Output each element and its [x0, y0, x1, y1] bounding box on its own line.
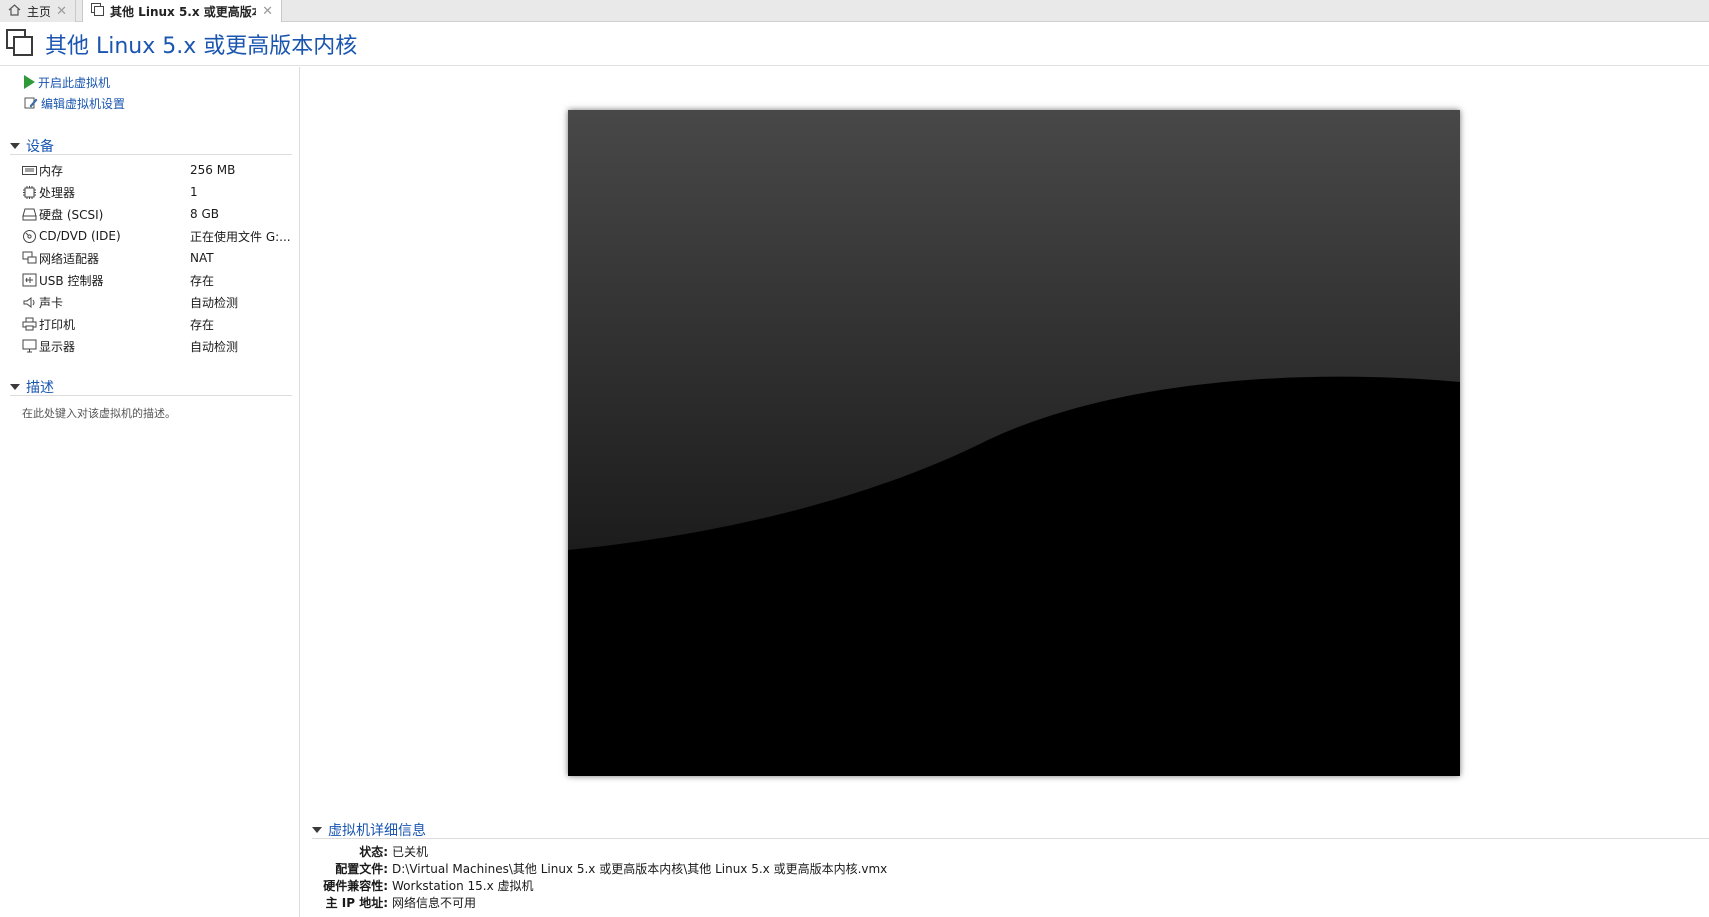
- device-name: 声卡: [39, 295, 64, 310]
- vm-tab-icon: [91, 3, 104, 19]
- detail-key: 配置文件:: [335, 861, 388, 876]
- play-icon: [24, 75, 35, 89]
- display-icon: [22, 339, 37, 354]
- vm-preview-graphic: [568, 110, 1460, 776]
- description-text[interactable]: 在此处键入对该虚拟机的描述。: [22, 405, 176, 421]
- power-on-label: 开启此虚拟机: [38, 75, 111, 90]
- device-value: 自动检测: [190, 295, 239, 310]
- device-row-memory[interactable]: 内存 256 MB: [22, 160, 292, 180]
- devices-section-header[interactable]: 设备: [10, 137, 292, 155]
- device-value: 8 GB: [190, 207, 219, 221]
- device-name: 硬盘 (SCSI): [39, 207, 104, 222]
- vm-header: 其他 Linux 5.x 或更高版本内核: [0, 22, 1709, 66]
- edit-settings-icon: [24, 96, 38, 110]
- detail-key: 状态:: [359, 844, 388, 859]
- description-section-header[interactable]: 描述: [10, 378, 292, 396]
- tab-label: 其他 Linux 5.x 或更高版本...: [110, 4, 256, 19]
- device-row-printer[interactable]: 打印机 存在: [22, 314, 292, 334]
- detail-key: 主 IP 地址:: [325, 895, 388, 910]
- device-name: 网络适配器: [39, 251, 100, 266]
- home-icon: [8, 3, 21, 19]
- tab-home[interactable]: 主页 ✕: [0, 0, 76, 22]
- close-icon[interactable]: ✕: [56, 4, 67, 19]
- device-row-cd-dvd[interactable]: CD/DVD (IDE) 正在使用文件 G:...: [22, 226, 292, 246]
- device-name: 处理器: [39, 185, 76, 200]
- device-name: CD/DVD (IDE): [39, 229, 121, 243]
- device-name: 显示器: [39, 339, 76, 354]
- detail-row-ip-address: 主 IP 地址: 网络信息不可用: [312, 894, 1012, 910]
- device-name: USB 控制器: [39, 273, 104, 288]
- collapse-icon[interactable]: [312, 826, 322, 833]
- sound-card-icon: [22, 295, 37, 310]
- device-row-hard-disk[interactable]: 硬盘 (SCSI) 8 GB: [22, 204, 292, 224]
- device-value: 自动检测: [190, 339, 239, 354]
- device-row-network-adapter[interactable]: 网络适配器 NAT: [22, 248, 292, 268]
- tab-bar: 主页 ✕ 其他 Linux 5.x 或更高版本... ✕: [0, 0, 1709, 22]
- device-value: NAT: [190, 251, 214, 265]
- detail-value: 已关机: [392, 844, 429, 859]
- vm-screen-preview[interactable]: [568, 110, 1460, 776]
- detail-value: 网络信息不可用: [392, 895, 477, 910]
- device-row-usb-controller[interactable]: USB 控制器 存在: [22, 270, 292, 290]
- vm-details-section-header[interactable]: 虚拟机详细信息: [312, 821, 1709, 839]
- edit-vm-settings-link[interactable]: 编辑虚拟机设置: [24, 94, 125, 112]
- device-value: 1: [190, 185, 198, 199]
- power-on-vm-link[interactable]: 开启此虚拟机: [24, 73, 110, 91]
- device-row-display[interactable]: 显示器 自动检测: [22, 336, 292, 356]
- device-value: 正在使用文件 G:...: [190, 229, 291, 244]
- section-title: 设备: [26, 138, 54, 155]
- tab-vm[interactable]: 其他 Linux 5.x 或更高版本... ✕: [82, 0, 282, 22]
- vm-summary-panel: 开启此虚拟机 编辑虚拟机设置 设备 内存 256 MB 处理器 1 硬盘 (SC…: [0, 67, 300, 917]
- device-value: 存在: [190, 317, 215, 332]
- detail-value: Workstation 15.x 虚拟机: [392, 878, 534, 893]
- device-row-sound-card[interactable]: 声卡 自动检测: [22, 292, 292, 312]
- device-value: 存在: [190, 273, 215, 288]
- page-title: 其他 Linux 5.x 或更高版本内核: [45, 33, 358, 59]
- cd-dvd-icon: [22, 229, 37, 244]
- hard-disk-icon: [22, 207, 37, 222]
- device-name: 打印机: [39, 317, 76, 332]
- virtual-machine-icon: [6, 28, 36, 59]
- detail-value: D:\Virtual Machines\其他 Linux 5.x 或更高版本内核…: [392, 861, 888, 876]
- detail-key: 硬件兼容性:: [323, 878, 388, 893]
- edit-settings-label: 编辑虚拟机设置: [41, 96, 126, 111]
- section-title: 描述: [26, 379, 54, 396]
- detail-row-status: 状态: 已关机: [312, 843, 1012, 859]
- tab-label: 主页: [27, 4, 51, 19]
- device-value: 256 MB: [190, 163, 236, 177]
- cpu-icon: [22, 185, 37, 200]
- collapse-icon[interactable]: [10, 383, 20, 390]
- collapse-icon[interactable]: [10, 142, 20, 149]
- device-row-processor[interactable]: 处理器 1: [22, 182, 292, 202]
- close-icon[interactable]: ✕: [262, 4, 273, 19]
- detail-row-hardware-compatibility: 硬件兼容性: Workstation 15.x 虚拟机: [312, 877, 1012, 893]
- usb-icon: [22, 273, 37, 288]
- detail-row-config-file: 配置文件: D:\Virtual Machines\其他 Linux 5.x 或…: [312, 860, 1012, 876]
- network-adapter-icon: [22, 251, 37, 266]
- printer-icon: [22, 317, 37, 332]
- memory-icon: [22, 163, 37, 178]
- section-title: 虚拟机详细信息: [328, 822, 426, 839]
- device-name: 内存: [39, 163, 64, 178]
